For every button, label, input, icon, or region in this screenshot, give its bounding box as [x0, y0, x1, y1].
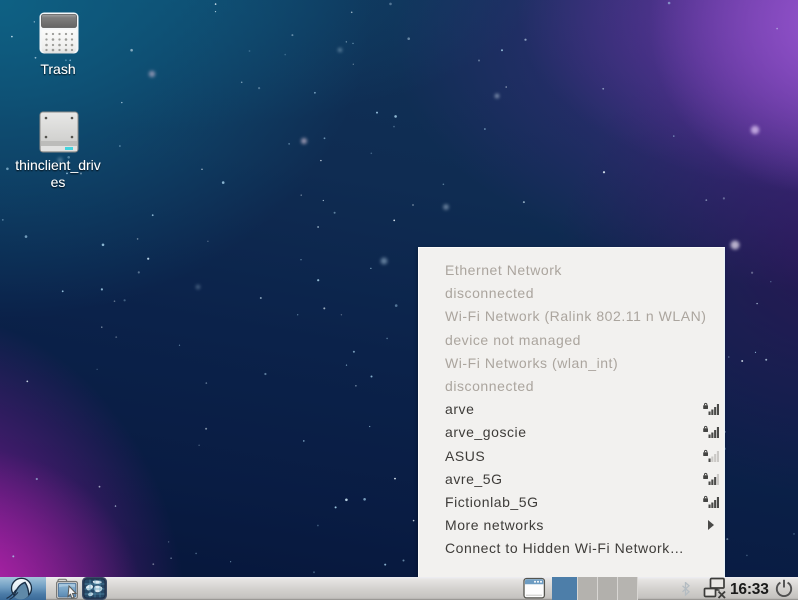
svg-text:Trash: Trash — [40, 61, 75, 77]
svg-text:16:33: 16:33 — [730, 581, 769, 598]
svg-text:thinclient_driv: thinclient_driv — [15, 157, 101, 173]
svg-text:es: es — [51, 174, 66, 190]
